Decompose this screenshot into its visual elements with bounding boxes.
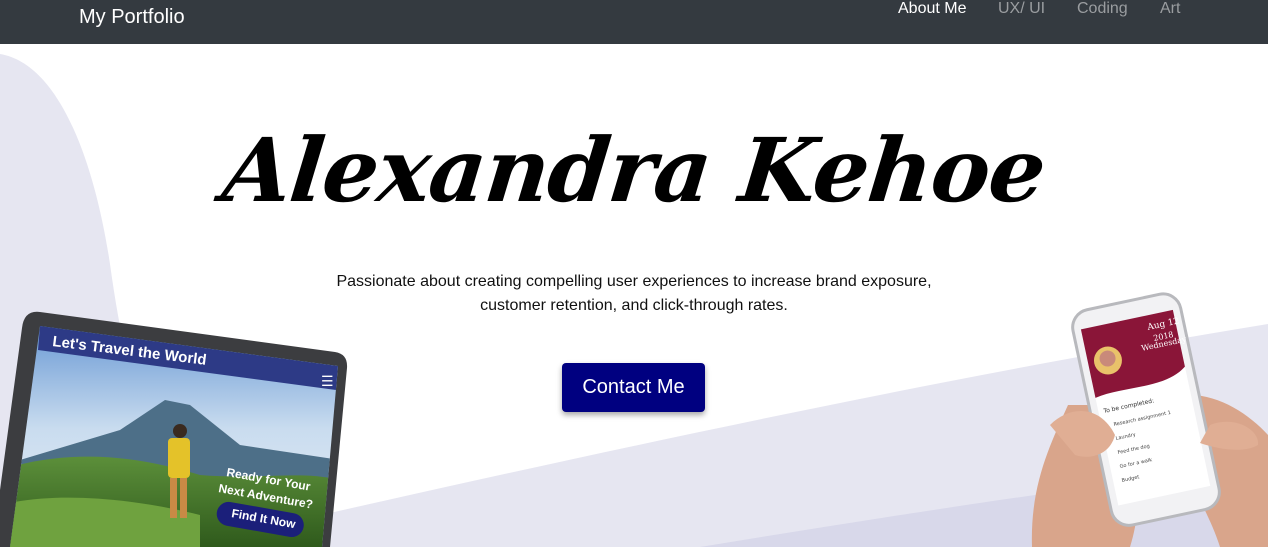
laptop-mockup-image: Let's Travel the World ☰ Ready for Your … [0,311,348,547]
laptop-menu-icon: ☰ [321,373,334,389]
tagline-line-2: customer retention, and click-through ra… [480,297,788,314]
brand-link[interactable]: My Portfolio [79,6,185,29]
tagline-line-1: Passionate about creating compelling use… [336,273,932,290]
hero-name-heading: Alexandra Kehoe [218,118,1050,222]
hero-tagline: Passionate about creating compelling use… [300,270,968,318]
contact-me-button[interactable]: Contact Me [562,363,705,412]
nav-coding[interactable]: Coding [1077,0,1128,18]
phone-mockup-image: Aug 12 2018 Wednesday To be completed: R… [1031,292,1268,547]
nav-about-me[interactable]: About Me [898,0,966,18]
nav-ux-ui[interactable]: UX/ UI [998,0,1045,18]
navbar: My Portfolio About Me UX/ UI Coding Art [0,0,1268,44]
nav-art[interactable]: Art [1160,0,1180,18]
